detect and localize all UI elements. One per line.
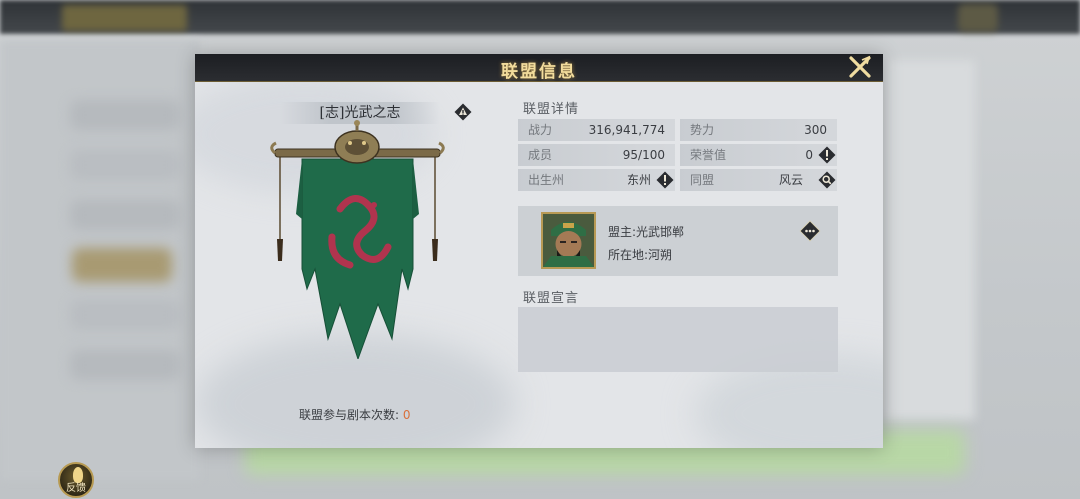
search-icon[interactable]: [817, 170, 837, 190]
stat-power: 战力 316,941,774: [518, 119, 675, 141]
leader-card: 盟主:光武邯郸 所在地:河朔: [518, 206, 838, 276]
close-icon: [849, 55, 871, 78]
alliance-banner: [270, 120, 445, 359]
details-section-title: 联盟详情: [523, 102, 580, 117]
background-right-panel: [885, 60, 975, 420]
stat-label: 势力: [690, 123, 715, 137]
stat-members: 成员 95/100: [518, 144, 675, 166]
dialog-title: 联盟信息: [501, 62, 577, 82]
stat-label: 成员: [528, 148, 553, 162]
background-blob: [70, 300, 180, 330]
background-blob: [70, 150, 180, 180]
stat-birth-state: 出生州 东州: [518, 169, 675, 191]
background-blob: [70, 350, 180, 380]
manifesto-box: [518, 307, 838, 372]
more-icon[interactable]: [798, 219, 822, 243]
stat-ally: 同盟 风云: [680, 169, 837, 191]
background-icon-glow: [958, 4, 998, 32]
background-blob: [70, 200, 180, 230]
leader-portrait[interactable]: [541, 212, 596, 269]
stat-label: 荣誉值: [690, 148, 727, 162]
exclamation-icon[interactable]: [655, 170, 675, 190]
stat-value: 300: [804, 123, 827, 137]
dungeon-count-label: 联盟参与剧本次数:: [299, 408, 400, 422]
stat-value: 东州: [626, 173, 651, 187]
stat-value: 0: [805, 148, 813, 162]
exclamation-icon[interactable]: [817, 145, 837, 165]
warning-icon[interactable]: [453, 102, 473, 122]
background-top-bar: [0, 0, 1080, 34]
background-blob: [70, 100, 180, 130]
stat-value: 95/100: [622, 148, 665, 162]
stat-label: 同盟: [690, 173, 715, 187]
background-title-glow: [62, 5, 187, 31]
stat-influence: 势力 300: [680, 119, 837, 141]
stat-label: 战力: [528, 123, 553, 137]
dungeon-count-value: 0: [402, 408, 411, 422]
leader-location: 所在地:河朔: [608, 248, 673, 262]
dungeon-count-row: 联盟参与剧本次数: 0: [299, 406, 411, 423]
close-button[interactable]: [845, 54, 875, 82]
alliance-info-dialog: 联盟信息 [志]光武之志 联盟参与剧本次数: 0 联盟详情 战力 316,941…: [195, 54, 883, 448]
feedback-button[interactable]: 反馈: [58, 462, 94, 498]
avatar: [543, 214, 594, 267]
stat-value: 风云: [778, 173, 803, 187]
manifesto-section-title: 联盟宣言: [523, 291, 580, 306]
stat-label: 出生州: [528, 173, 565, 187]
feedback-label: 反馈: [66, 483, 86, 494]
leader-name: 盟主:光武邯郸: [608, 225, 685, 239]
stat-honor: 荣誉值 0: [680, 144, 837, 166]
dialog-title-bar: 联盟信息: [195, 54, 883, 82]
background-blob: [72, 248, 172, 282]
stat-value: 316,941,774: [588, 123, 665, 137]
